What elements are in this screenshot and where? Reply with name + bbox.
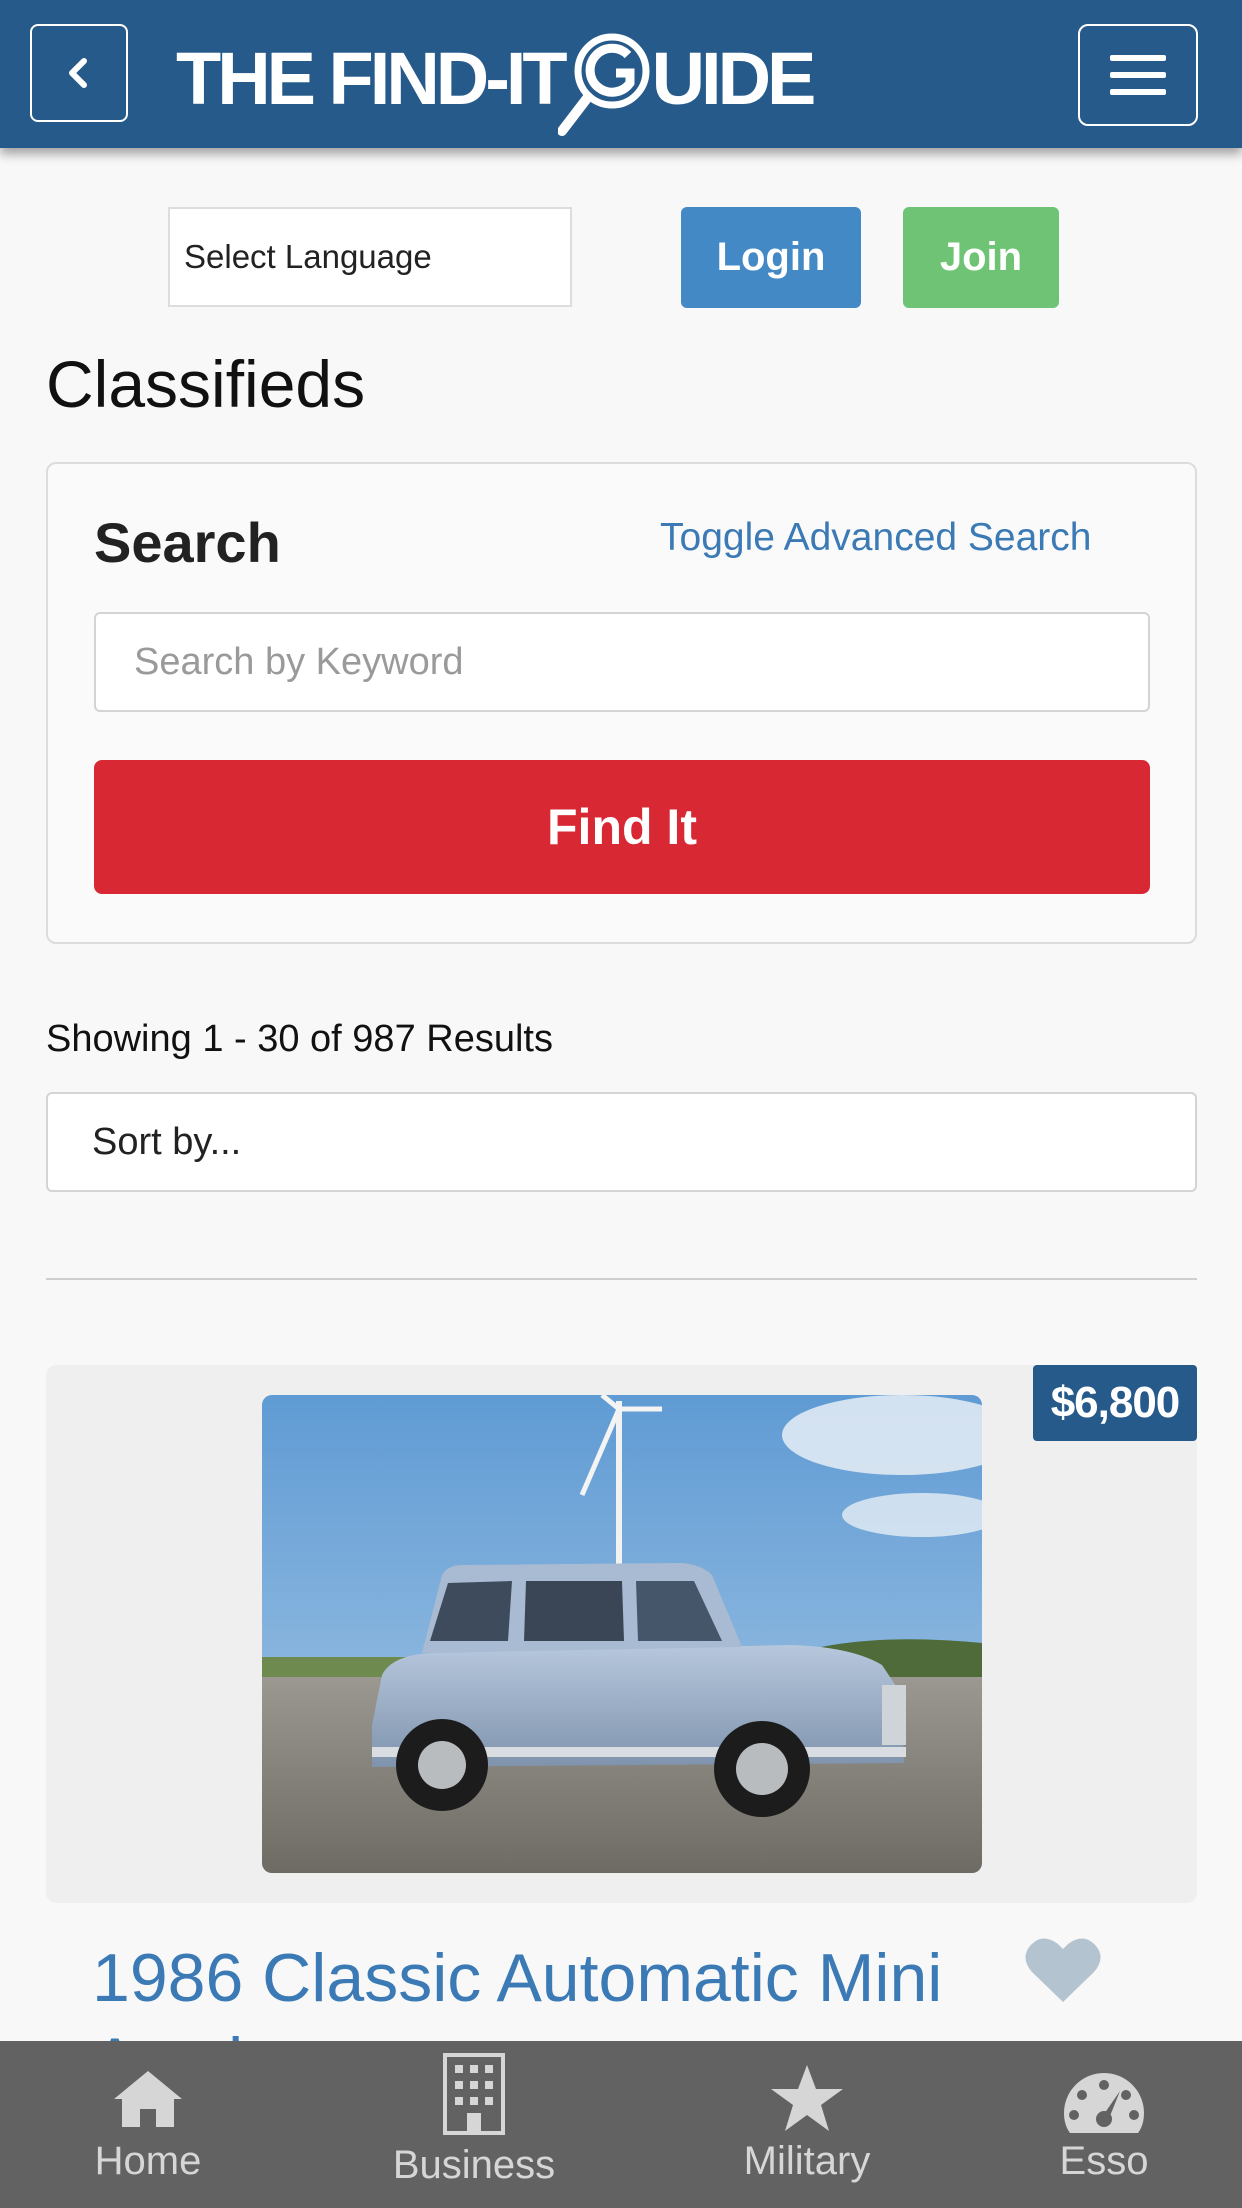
- menu-button[interactable]: [1078, 24, 1198, 126]
- site-logo[interactable]: THE FIND-IT G UIDE: [176, 24, 836, 136]
- nav-label-military: Military: [743, 2139, 871, 2183]
- join-button[interactable]: Join: [903, 207, 1059, 308]
- nav-item-esso[interactable]: Esso: [1042, 2041, 1166, 2208]
- heart-favorite-icon[interactable]: [1024, 1936, 1102, 2004]
- logo-text-right: UIDE: [651, 36, 817, 120]
- building-icon: [443, 2053, 505, 2135]
- nav-item-business[interactable]: Business: [380, 2041, 568, 2208]
- home-icon: [114, 2071, 182, 2127]
- app-header: THE FIND-IT G UIDE: [0, 0, 1242, 148]
- nav-item-home[interactable]: Home: [74, 2041, 222, 2208]
- search-panel: Search Toggle Advanced Search Search by …: [46, 462, 1197, 944]
- listing-photo[interactable]: [262, 1395, 982, 1873]
- toggle-advanced-search-link[interactable]: Toggle Advanced Search: [660, 516, 1091, 560]
- listing-image-container[interactable]: [46, 1365, 1197, 1903]
- results-count: Showing 1 - 30 of 987 Results: [46, 1018, 553, 1060]
- hamburger-menu-icon: [1110, 55, 1166, 95]
- nav-label-esso: Esso: [1059, 2139, 1149, 2183]
- star-icon: [771, 2065, 843, 2131]
- nav-label-home: Home: [94, 2139, 202, 2183]
- back-button[interactable]: [30, 24, 128, 122]
- login-button[interactable]: Login: [681, 207, 861, 308]
- search-heading: Search: [94, 511, 281, 574]
- sort-select[interactable]: Sort by...: [46, 1092, 1197, 1192]
- keyword-search-input[interactable]: Search by Keyword: [94, 612, 1150, 712]
- find-it-button[interactable]: Find It: [94, 760, 1150, 894]
- magnifier-logo-icon: G: [557, 33, 652, 136]
- divider: [46, 1278, 1197, 1280]
- price-badge: $6,800: [1033, 1365, 1197, 1441]
- nav-item-military[interactable]: Military: [730, 2041, 884, 2208]
- nav-label-business: Business: [392, 2143, 556, 2187]
- logo-text-left: THE FIND-IT: [176, 36, 568, 120]
- page-title: Classifieds: [46, 347, 366, 421]
- chevron-left-icon: [69, 58, 87, 88]
- gauge-icon: [1064, 2073, 1144, 2133]
- bottom-navigation: Home Business Military Esso: [0, 2041, 1242, 2208]
- language-select[interactable]: Select Language: [168, 207, 572, 307]
